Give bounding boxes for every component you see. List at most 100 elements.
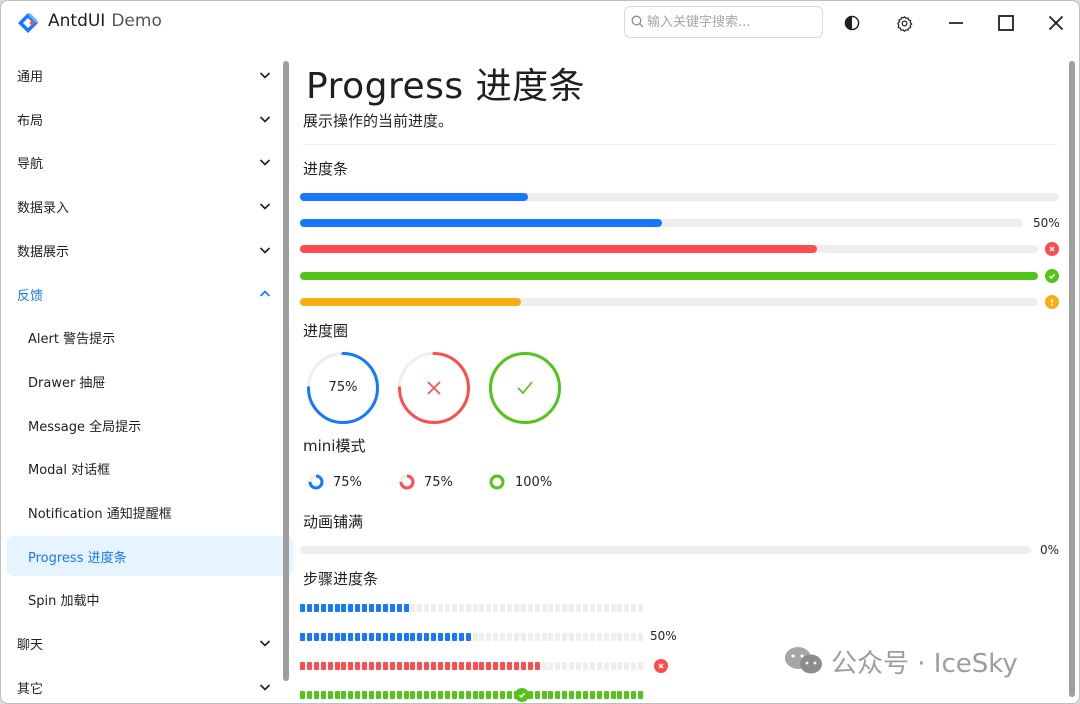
- sidebar-subitem[interactable]: Message 全局提示: [1, 405, 287, 445]
- sidebar-item-label: Progress 进度条: [28, 550, 127, 566]
- progress-step: [417, 691, 423, 699]
- sidebar-subitem[interactable]: Modal 对话框: [1, 448, 287, 488]
- sidebar-subitem[interactable]: Notification 通知提醒框: [1, 492, 287, 532]
- mini-progress-circle: [489, 474, 505, 490]
- progress-step: [465, 691, 471, 699]
- progress-step: [417, 633, 423, 641]
- progress-step: [334, 604, 340, 612]
- sidebar-subitem[interactable]: Progress 进度条: [7, 535, 293, 576]
- progress-step: [493, 633, 499, 641]
- progress-circle: [398, 352, 470, 424]
- sidebar-item-label: Notification 通知提醒框: [28, 507, 172, 522]
- progress-step: [375, 633, 381, 641]
- progress-step: [479, 691, 485, 699]
- progress-step: [389, 633, 395, 641]
- progress-step: [562, 691, 568, 699]
- maximize-button[interactable]: [992, 9, 1020, 37]
- progress-step: [320, 604, 326, 612]
- sidebar-subitem[interactable]: Drawer 抽屉: [1, 361, 287, 401]
- title-divider: [303, 144, 1057, 145]
- sidebar-group[interactable]: 反馈: [1, 274, 287, 314]
- sidebar-group[interactable]: 导航: [1, 142, 287, 182]
- sidebar-item-label: 反馈: [17, 288, 44, 304]
- page-title: Progress 进度条: [306, 66, 586, 107]
- check-icon: [517, 381, 533, 395]
- progress-step: [513, 633, 519, 641]
- minimize-icon: [949, 22, 963, 24]
- sidebar-scrollbar[interactable]: [283, 61, 289, 681]
- gear-icon: [896, 15, 912, 32]
- chevron-down-icon: [259, 116, 271, 123]
- progress-step: [472, 662, 478, 670]
- sidebar-group[interactable]: 布局: [1, 99, 287, 139]
- error-icon: [1045, 242, 1059, 256]
- progress-step: [444, 662, 450, 670]
- progress-step: [638, 633, 644, 641]
- progress-step: [417, 662, 423, 670]
- progress-step: [431, 662, 437, 670]
- app-subtitle: Demo: [111, 11, 162, 31]
- close-button[interactable]: [1042, 9, 1070, 37]
- progress-step: [438, 633, 443, 641]
- close-icon: [1048, 15, 1064, 31]
- progress-step: [341, 633, 347, 641]
- minimize-button[interactable]: [942, 9, 970, 37]
- progress-step: [576, 633, 581, 641]
- progress-step: [500, 691, 506, 699]
- search-input[interactable]: [647, 13, 815, 31]
- chevron-down-icon: [259, 247, 271, 254]
- progress-step: [624, 662, 630, 670]
- progress-step: [527, 604, 533, 612]
- progress-step: [582, 604, 588, 612]
- settings-button[interactable]: [890, 9, 918, 37]
- chevron-down-icon: [259, 203, 271, 210]
- content-scrollbar[interactable]: [1069, 61, 1075, 697]
- progress-step: [348, 604, 354, 612]
- progress-step: [320, 662, 326, 670]
- sidebar-group[interactable]: 聊天: [1, 623, 287, 663]
- progress-step: [603, 604, 609, 612]
- progress-bar-fill: [300, 193, 528, 201]
- progress-bar-percent: 50%: [1033, 216, 1060, 230]
- progress-step: [327, 604, 333, 612]
- progress-step: [341, 604, 347, 612]
- progress-step: [320, 633, 326, 641]
- progress-step: [417, 604, 423, 612]
- progress-step: [334, 691, 340, 699]
- progress-step: [534, 633, 540, 641]
- close-icon: [427, 381, 441, 395]
- progress-step: [410, 662, 416, 670]
- progress-step: [444, 691, 450, 699]
- sidebar-subitem[interactable]: Alert 警告提示: [1, 317, 287, 357]
- sidebar-group[interactable]: 通用: [1, 55, 287, 95]
- wechat-icon: [785, 647, 822, 674]
- progress-step: [562, 633, 568, 641]
- progress-step: [403, 633, 409, 641]
- progress-step: [369, 604, 374, 612]
- chevron-down-icon: [259, 684, 271, 691]
- sidebar-group[interactable]: 数据录入: [1, 186, 287, 226]
- theme-toggle-button[interactable]: [838, 9, 866, 37]
- progress-step: [541, 604, 547, 612]
- progress-step: [507, 633, 512, 641]
- progress-step: [403, 604, 409, 612]
- progress-step: [576, 604, 581, 612]
- sidebar-item-label: 数据录入: [17, 201, 70, 217]
- progress-step: [562, 662, 568, 670]
- progress-step: [596, 662, 602, 670]
- sidebar-subitem[interactable]: Spin 加载中: [1, 579, 287, 619]
- progress-step: [500, 604, 506, 612]
- section-title-circles: 进度圈: [303, 322, 349, 340]
- sidebar-group[interactable]: 其它: [1, 667, 287, 703]
- progress-step: [451, 604, 457, 612]
- progress-step: [465, 604, 471, 612]
- search-box[interactable]: [624, 6, 823, 38]
- progress-step: [472, 691, 478, 699]
- progress-step: [451, 633, 457, 641]
- sidebar-group[interactable]: 数据展示: [1, 230, 287, 270]
- progress-step: [541, 662, 547, 670]
- progress-step: [624, 633, 630, 641]
- mini-progress-circle: [399, 474, 415, 490]
- progress-step: [507, 691, 512, 699]
- progress-step: [555, 604, 561, 612]
